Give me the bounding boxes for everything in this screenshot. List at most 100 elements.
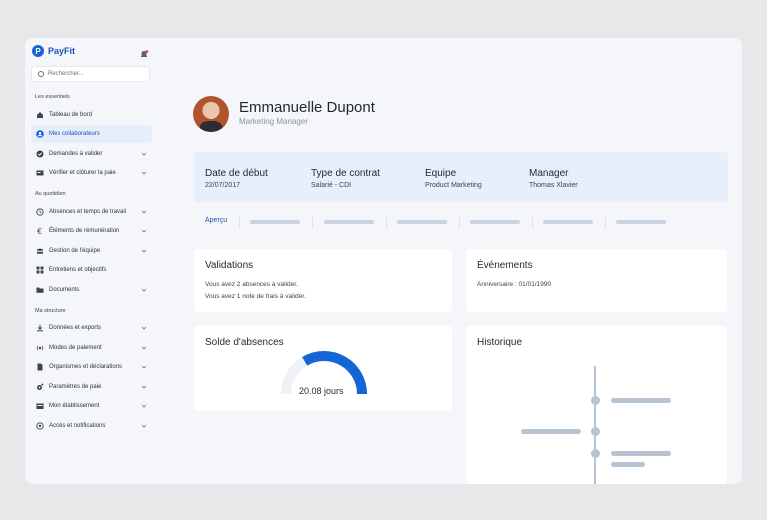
bell-icon[interactable] [139, 46, 149, 57]
tab-placeholder[interactable] [324, 220, 374, 224]
section-title-essentials: Les essentiels [35, 94, 70, 100]
grid-icon [36, 266, 44, 274]
sidebar-item-label: Modes de paiement [49, 345, 102, 351]
chevron-down-icon [141, 210, 147, 214]
sidebar-item-label: Données et exports [49, 325, 102, 331]
tab-bar: Aperçu [194, 212, 728, 232]
employee-info-card: Date de début 22/07/2017 Type de contrat… [194, 152, 728, 202]
sidebar-item-payroll-settings[interactable]: Paramètres de paie [31, 378, 152, 396]
download-icon [36, 324, 44, 332]
balance-value: 20.08 jours [299, 386, 344, 396]
chevron-down-icon [141, 346, 147, 350]
absence-balance-card[interactable]: Solde d'absences 20.08 jours [194, 326, 452, 411]
clock-icon [36, 208, 44, 216]
sidebar-item-label: Vérifier et clôturer la paie [49, 170, 116, 176]
chevron-down-icon [141, 229, 147, 233]
tab-placeholder[interactable] [543, 220, 593, 224]
timeline-axis [594, 366, 596, 484]
tab-divider [459, 215, 460, 229]
timeline-entry-placeholder[interactable] [521, 429, 581, 434]
brand[interactable]: P PayFit [32, 45, 75, 57]
info-label: Type de contrat [311, 168, 380, 179]
payslip-icon [36, 169, 44, 177]
info-manager: Manager Thomas Xlavier [529, 168, 578, 189]
sidebar-item-label: Demandes à valider [49, 151, 103, 157]
chevron-down-icon [141, 249, 147, 253]
sidebar-item-label: Paramètres de paie [49, 384, 102, 390]
chevron-down-icon [141, 404, 147, 408]
sidebar-item-payroll-check[interactable]: Vérifier et clôturer la paie [31, 164, 152, 182]
sidebar-item-documents[interactable]: Documents [31, 281, 152, 299]
profile-role: Marketing Manager [239, 117, 308, 126]
timeline-entry-placeholder[interactable] [611, 398, 671, 403]
timeline-dot[interactable] [590, 427, 600, 436]
sidebar-item-label: Organismes et déclarations [49, 364, 123, 370]
team-icon [36, 247, 44, 255]
info-contract-type: Type de contrat Salarié - CDI [311, 168, 380, 189]
sidebar-item-compensation[interactable]: € Éléments de rémunération [31, 222, 152, 240]
sidebar-item-collaborators[interactable]: Mes collaborateurs [31, 125, 152, 143]
sidebar-item-label: Mes collaborateurs [49, 131, 100, 137]
tab-placeholder[interactable] [250, 220, 300, 224]
sidebar-item-exports[interactable]: Données et exports [31, 319, 152, 337]
avatar [193, 96, 229, 132]
avatar-body [200, 121, 222, 132]
avatar-face [205, 105, 217, 119]
gear-plus-icon [36, 383, 44, 391]
sidebar-item-label: Gestion de l'équipe [49, 248, 101, 254]
sidebar-item-label: Absences et temps de travail [49, 209, 127, 215]
events-card[interactable]: Événements Anniversaire : 01/01/1990 [466, 249, 727, 312]
chevron-down-icon [141, 365, 147, 369]
tab-placeholder[interactable] [397, 220, 447, 224]
tab-overview[interactable]: Aperçu [205, 217, 227, 224]
card-title: Validations [205, 260, 254, 271]
page-title: Emmanuelle Dupont [239, 99, 375, 116]
sidebar-item-declarations[interactable]: Organismes et déclarations [31, 358, 152, 376]
tab-placeholder[interactable] [470, 220, 520, 224]
sidebar-item-label: Mon établissement [49, 403, 100, 409]
validations-card[interactable]: Validations Vous avez 2 absences à valid… [194, 249, 452, 312]
sidebar: P PayFit Rechercher... Les essentiels Ta… [25, 38, 157, 484]
timeline-dot[interactable] [590, 449, 600, 458]
search-placeholder: Rechercher... [48, 71, 84, 77]
chevron-down-icon [141, 424, 147, 428]
sidebar-item-payment-modes[interactable]: Modes de paiement [31, 339, 152, 357]
search-input[interactable]: Rechercher... [31, 66, 150, 82]
building-icon [36, 402, 44, 410]
sidebar-item-dashboard[interactable]: Tableau de bord [31, 106, 152, 124]
history-card[interactable]: Historique [466, 326, 727, 484]
validation-line[interactable]: Vous avez 2 absences à valider. [205, 281, 298, 288]
app-window: P PayFit Rechercher... Les essentiels Ta… [25, 38, 742, 484]
user-circle-icon [36, 130, 44, 138]
home-icon [36, 111, 44, 119]
chevron-down-icon [141, 288, 147, 292]
sidebar-item-establishment[interactable]: Mon établissement [31, 397, 152, 415]
tab-placeholder[interactable] [616, 220, 666, 224]
euro-icon: € [36, 227, 44, 235]
timeline-entry-placeholder[interactable] [611, 451, 671, 456]
sidebar-item-label: Entretiens et objectifs [49, 267, 107, 273]
sidebar-item-label: Accès et notifications [49, 423, 106, 429]
chevron-down-icon [141, 326, 147, 330]
validation-line[interactable]: Vous avez 1 note de frais à valider. [205, 293, 306, 300]
sidebar-item-absences[interactable]: Absences et temps de travail [31, 203, 152, 221]
section-title-structure: Ma structure [35, 308, 66, 314]
info-start-date: Date de début 22/07/2017 [205, 168, 268, 189]
check-circle-icon [36, 150, 44, 158]
sidebar-item-label: Éléments de rémunération [49, 228, 120, 234]
info-label: Manager [529, 168, 569, 179]
sidebar-item-label: Tableau de bord [49, 112, 93, 118]
section-title-daily: Au quotidien [35, 191, 66, 197]
info-value: 22/07/2017 [205, 182, 241, 189]
sidebar-item-requests[interactable]: Demandes à valider [31, 145, 152, 163]
sidebar-item-team[interactable]: Gestion de l'équipe [31, 242, 152, 260]
sidebar-item-access[interactable]: Accès et notifications [31, 417, 152, 435]
tab-divider [532, 215, 533, 229]
timeline-entry-placeholder[interactable] [611, 462, 645, 467]
chevron-down-icon [141, 385, 147, 389]
svg-text:€: € [37, 227, 42, 235]
timeline-dot[interactable] [590, 396, 600, 405]
tab-divider [239, 215, 240, 229]
tab-divider [312, 215, 313, 229]
sidebar-item-reviews[interactable]: Entretiens et objectifs [31, 261, 152, 279]
